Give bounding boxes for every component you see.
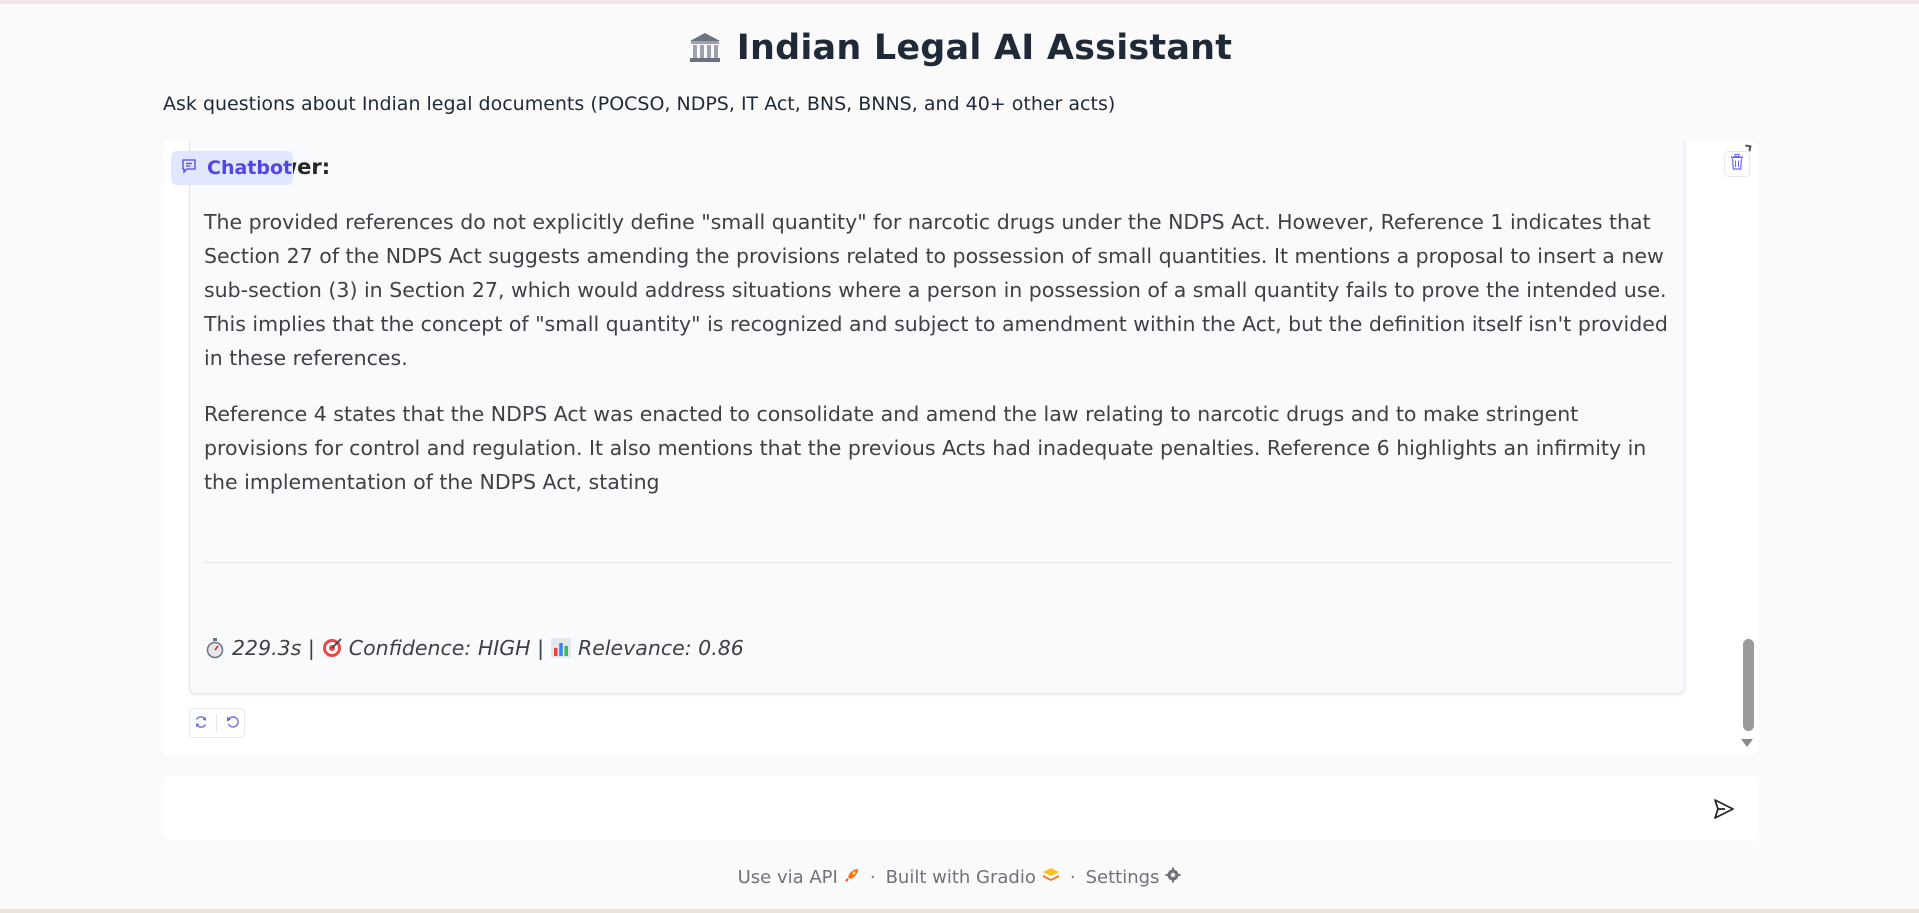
- classical-building-icon: [687, 30, 723, 66]
- response-time: 229.3s |: [232, 636, 315, 660]
- chatbot-panel[interactable]: Chatbot Answer: The provided references: [163, 141, 1759, 755]
- message-input-container: [163, 776, 1759, 841]
- bot-message: Answer: The provided references do not e…: [189, 141, 1685, 694]
- retry-button[interactable]: [194, 714, 208, 733]
- settings-link[interactable]: Settings: [1086, 867, 1182, 888]
- scrollbar[interactable]: [1743, 639, 1754, 731]
- actions-separator: [216, 714, 218, 732]
- bottom-border: [0, 909, 1919, 913]
- gradio-link[interactable]: Built with Gradio: [886, 867, 1060, 888]
- target-icon: [321, 637, 343, 659]
- message-actions: [189, 708, 245, 738]
- undo-button[interactable]: [226, 714, 240, 733]
- gradio-logo-icon: [1042, 867, 1060, 888]
- chatbot-label-badge: Chatbot: [171, 151, 293, 185]
- page-subtitle: Ask questions about Indian legal documen…: [163, 93, 1116, 115]
- footer-separator: ·: [1069, 866, 1076, 888]
- footer-separator: ·: [869, 866, 876, 888]
- api-link[interactable]: Use via API: [738, 867, 860, 888]
- confidence-value: Confidence: HIGH |: [348, 636, 544, 660]
- api-link-label: Use via API: [737, 866, 838, 888]
- page-header: Indian Legal AI Assistant: [0, 22, 1919, 74]
- settings-link-label: Settings: [1085, 866, 1160, 888]
- trash-icon: [1730, 154, 1744, 174]
- stopwatch-icon: [204, 637, 226, 659]
- bar-chart-icon: [550, 637, 572, 659]
- send-icon: [1714, 799, 1734, 819]
- clear-chat-button[interactable]: [1724, 151, 1750, 177]
- send-button[interactable]: [1711, 796, 1737, 822]
- message-divider: [204, 562, 1672, 563]
- top-border: [0, 0, 1919, 4]
- page-title: Indian Legal AI Assistant: [736, 28, 1233, 68]
- scroll-down-arrow[interactable]: [1741, 739, 1753, 747]
- relevance-value: Relevance: 0.86: [578, 636, 744, 660]
- gradio-link-label: Built with Gradio: [885, 866, 1036, 888]
- chatbot-label: Chatbot: [207, 157, 293, 179]
- gear-icon: [1165, 867, 1181, 888]
- answer-paragraph: Reference 4 states that the NDPS Act was…: [204, 402, 1647, 494]
- rocket-icon: [844, 867, 860, 888]
- footer: Use via API · Built with Gradio · Settin…: [0, 864, 1919, 890]
- answer-paragraph: The provided references do not explicitl…: [204, 210, 1668, 370]
- chat-bubble-icon: [181, 157, 197, 179]
- message-input[interactable]: [177, 788, 1677, 828]
- response-metadata: 229.3s | Confidence: HIGH | Relevance: 0…: [204, 636, 744, 660]
